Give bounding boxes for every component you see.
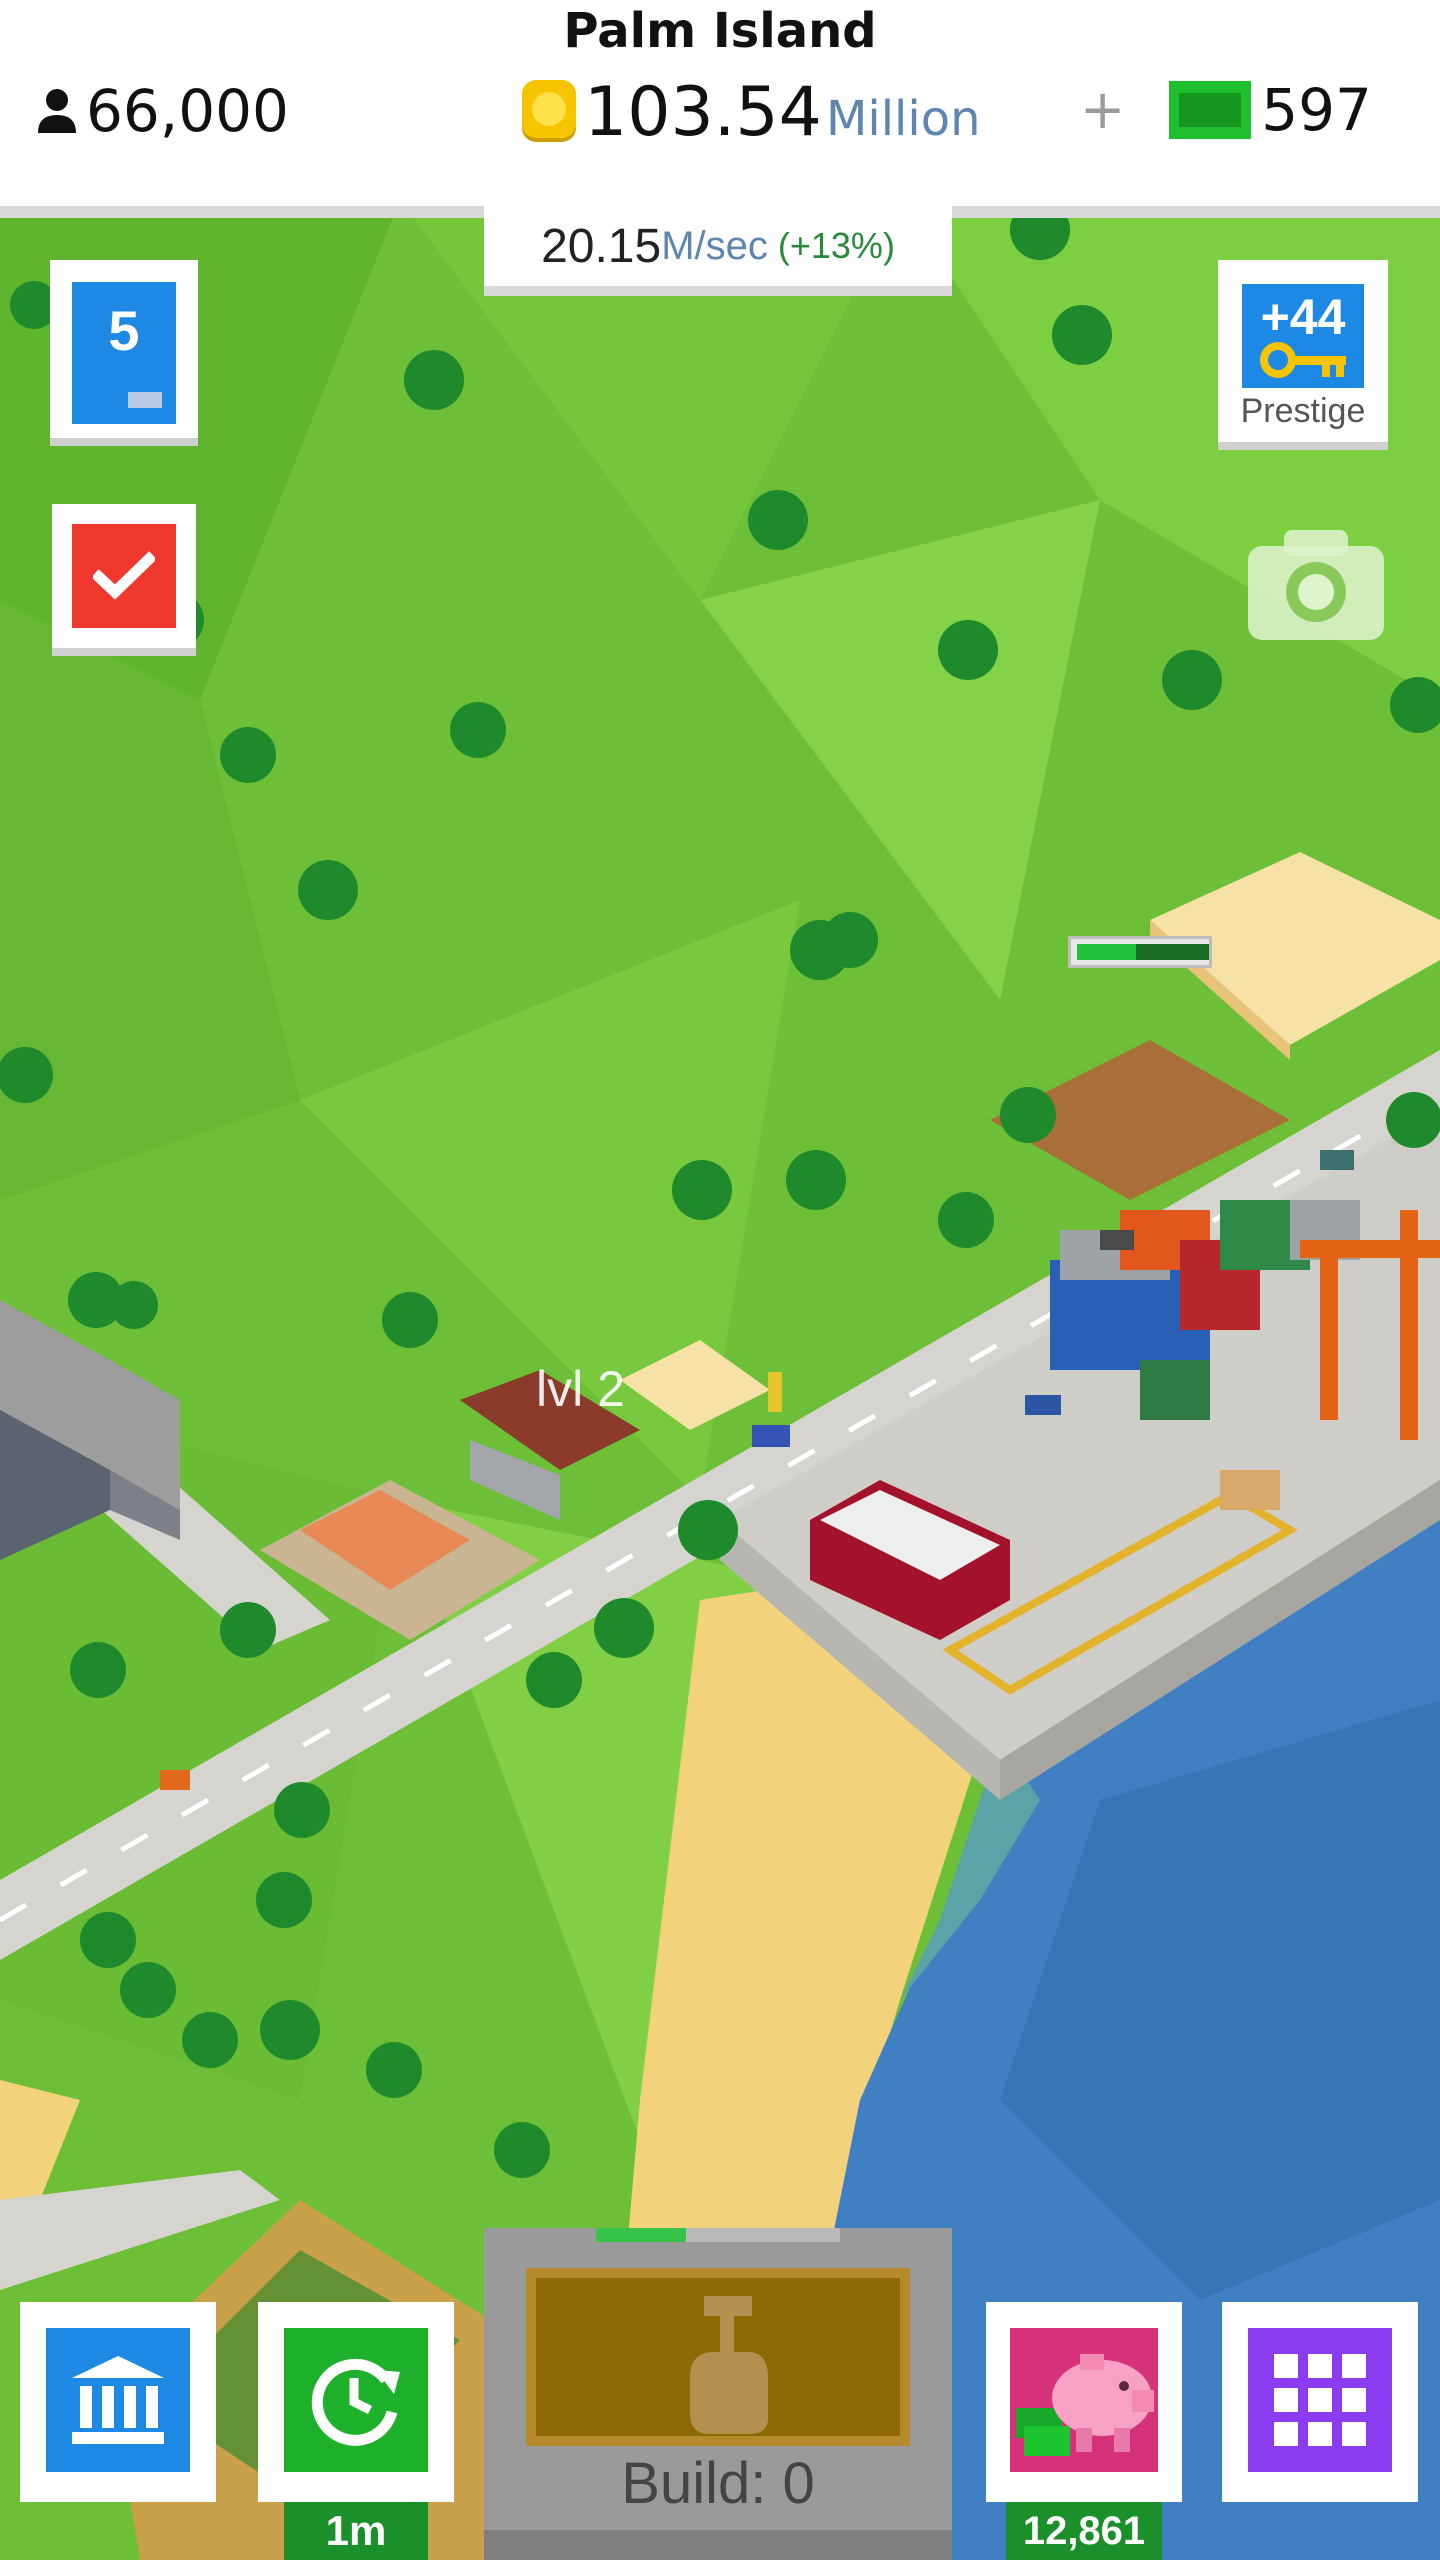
clock-refresh-icon — [311, 2358, 400, 2446]
checkmark-icon — [93, 551, 155, 600]
menu-badge — [1248, 2328, 1392, 2472]
coins-amount: 103.54 — [584, 72, 822, 152]
build-count-label: Build: 0 — [621, 2451, 815, 2516]
coins-display[interactable]: 103.54 Million — [520, 72, 981, 152]
production-progress-bar — [1068, 936, 1212, 968]
bank-button[interactable] — [20, 2302, 216, 2502]
build-button[interactable] — [526, 2268, 910, 2446]
building-level-label[interactable]: lvl 2 — [536, 1360, 625, 1418]
population-display[interactable]: 66,000 — [36, 77, 289, 145]
quests-button[interactable] — [52, 504, 196, 656]
piggy-balance: 12,861 — [1006, 2502, 1162, 2560]
bank-icon — [72, 2356, 164, 2444]
population-value: 66,000 — [86, 77, 289, 145]
build-panel-footer — [484, 2530, 952, 2560]
prestige-label: Prestige — [1240, 392, 1366, 430]
income-rate-value: 20.15 — [541, 219, 662, 273]
prestige-button[interactable]: +44 Prestige — [1218, 260, 1388, 450]
grid-icon — [1274, 2354, 1366, 2446]
cash-display[interactable]: + 597 — [1080, 76, 1372, 144]
top-bar: Palm Island 66,000 103.54 Million + 597 — [0, 0, 1440, 218]
menu-button[interactable] — [1222, 2302, 1418, 2502]
level-number: 5 — [108, 299, 140, 362]
piggy-bank-button[interactable]: 12,861 — [986, 2302, 1182, 2560]
level-progress-fill — [86, 392, 128, 408]
income-rate-tab[interactable]: 20.15 M/sec (+13%) — [484, 206, 952, 296]
hammer-hand-icon — [690, 2296, 768, 2434]
prestige-value: +44 — [1260, 289, 1346, 345]
income-rate-unit: M/sec — [661, 223, 768, 268]
piggy-badge — [1010, 2328, 1158, 2472]
cash-bill-icon — [1169, 81, 1252, 139]
coin-icon — [522, 80, 576, 142]
level-badge: 5 — [72, 282, 176, 424]
person-icon — [38, 89, 76, 133]
build-progress-bar — [596, 2228, 840, 2242]
level-button[interactable]: 5 — [50, 260, 198, 446]
boost-badge — [284, 2328, 428, 2472]
production-progress-fill — [1077, 944, 1136, 960]
income-bonus: (+13%) — [777, 225, 895, 266]
bank-badge — [46, 2328, 190, 2472]
build-panel: Build: 0 — [484, 2228, 952, 2560]
prestige-badge: +44 — [1242, 284, 1364, 388]
boost-button[interactable]: 1m — [258, 2302, 454, 2560]
build-progress-fill — [596, 2228, 687, 2242]
coins-unit: Million — [825, 91, 981, 147]
island-name[interactable]: Palm Island — [0, 0, 1440, 62]
production-progress-remaining — [1136, 944, 1209, 960]
buy-cash-plus-icon[interactable]: + — [1080, 83, 1125, 137]
boost-timer: 1m — [284, 2502, 428, 2560]
piggy-bank-icon — [1016, 2354, 1154, 2456]
level-progress-bar — [86, 392, 162, 408]
quests-badge — [72, 524, 176, 628]
camera-icon[interactable] — [1248, 526, 1384, 640]
cash-amount: 597 — [1261, 76, 1372, 144]
key-icon — [1260, 342, 1346, 378]
